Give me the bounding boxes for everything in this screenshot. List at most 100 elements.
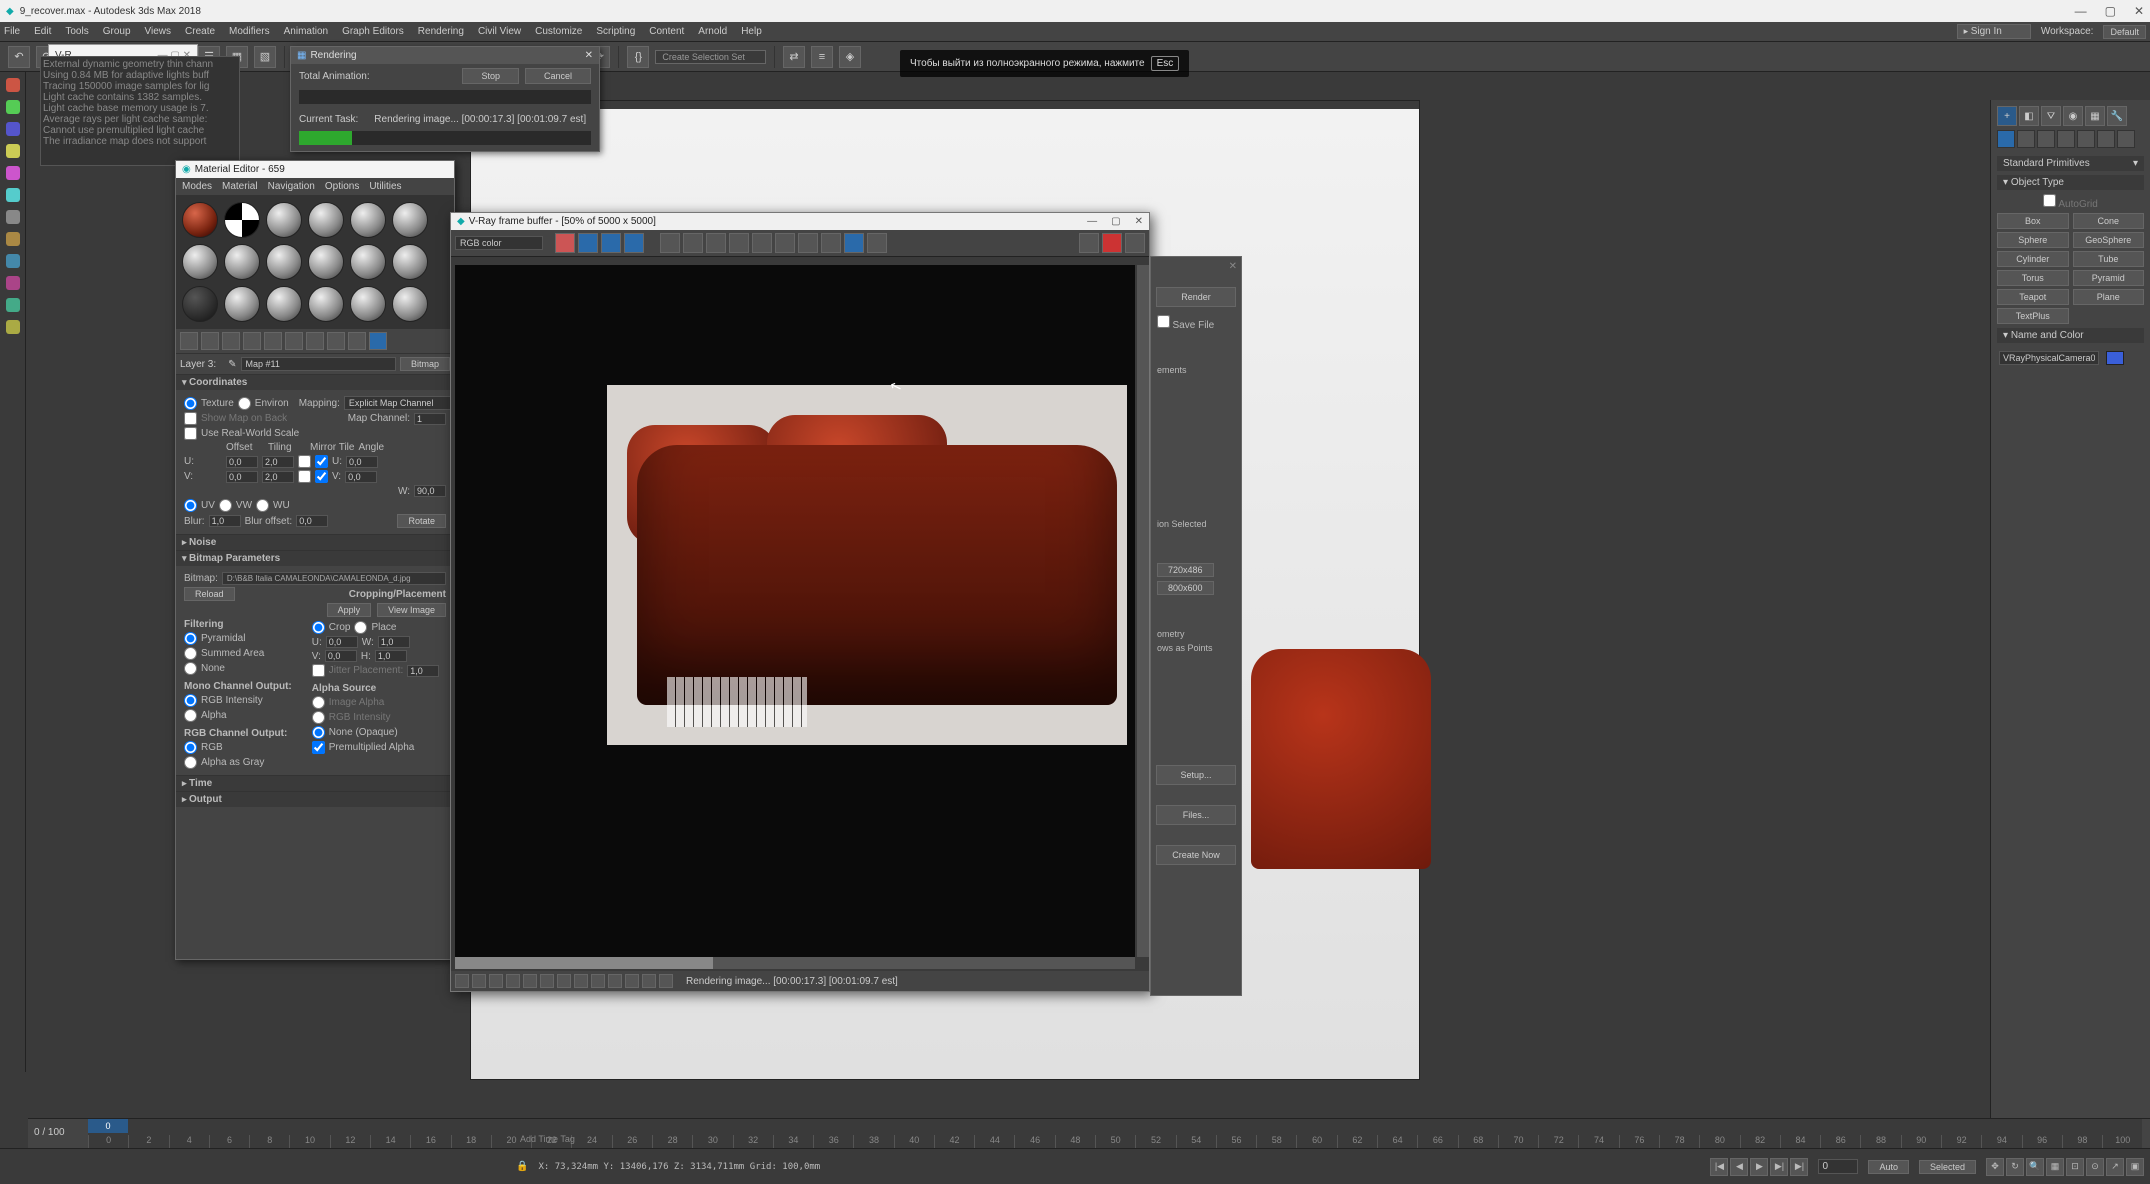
filter-pyramidal[interactable] [184, 632, 197, 645]
object-color-swatch[interactable] [2106, 351, 2124, 365]
medit-tb-btn[interactable] [306, 332, 324, 350]
teapot-button[interactable]: Teapot [1997, 289, 2069, 305]
lock-icon[interactable]: 🔒 [516, 1161, 528, 1172]
vfb-sbtn[interactable] [608, 974, 622, 988]
menu-scripting[interactable]: Scripting [596, 26, 635, 37]
jitter-check[interactable] [312, 664, 325, 677]
material-slot[interactable] [266, 202, 302, 238]
nav-button[interactable]: ▣ [2126, 1158, 2144, 1176]
blur-input[interactable] [209, 515, 241, 527]
nav-button[interactable]: ⊡ [2066, 1158, 2084, 1176]
u-tile[interactable] [315, 455, 328, 468]
medit-menu-utils[interactable]: Utilities [369, 181, 401, 192]
vfb-sbtn[interactable] [642, 974, 656, 988]
menu-group[interactable]: Group [103, 26, 131, 37]
primitives-dropdown[interactable]: Standard Primitives▾ [1997, 156, 2144, 171]
timeline[interactable]: 0 / 100 0 024681012141618202224262830323… [28, 1118, 2150, 1148]
medit-menu-options[interactable]: Options [325, 181, 359, 192]
object-name-input[interactable] [1999, 351, 2099, 365]
close-icon[interactable]: ✕ [2134, 4, 2144, 18]
cat-spacewarps-icon[interactable] [2097, 130, 2115, 148]
cat-helpers-icon[interactable] [2077, 130, 2095, 148]
ribbon-icon[interactable] [6, 210, 20, 224]
place-radio[interactable] [354, 621, 367, 634]
textplus-button[interactable]: TextPlus [1997, 308, 2069, 324]
vfb-vscrollbar[interactable] [1137, 265, 1149, 957]
crop-w[interactable] [378, 636, 410, 648]
size-720-button[interactable]: 720x486 [1157, 563, 1214, 577]
namecolor-rollout[interactable]: ▾ Name and Color [1997, 328, 2144, 343]
showmap-check[interactable] [184, 412, 197, 425]
selection-set-dropdown[interactable]: Create Selection Set [655, 50, 766, 64]
medit-menu-modes[interactable]: Modes [182, 181, 212, 192]
menu-content[interactable]: Content [649, 26, 684, 37]
filter-summed[interactable] [184, 647, 197, 660]
goto-start-button[interactable]: |◀ [1710, 1158, 1728, 1176]
material-slot[interactable] [350, 286, 386, 322]
material-slot[interactable] [308, 202, 344, 238]
vfb-btn[interactable] [1125, 233, 1145, 253]
vfb-canvas[interactable] [455, 265, 1135, 957]
menu-edit[interactable]: Edit [34, 26, 51, 37]
menu-customize[interactable]: Customize [535, 26, 582, 37]
menu-rendering[interactable]: Rendering [418, 26, 464, 37]
rgbout-rgb[interactable] [184, 741, 197, 754]
medit-menu-nav[interactable]: Navigation [268, 181, 315, 192]
material-slot[interactable] [392, 202, 428, 238]
material-slot[interactable] [182, 286, 218, 322]
named-sel-button[interactable]: {} [627, 46, 649, 68]
material-slot[interactable] [224, 202, 260, 238]
vfb-sbtn[interactable] [574, 974, 588, 988]
plane-button[interactable]: Plane [2073, 289, 2145, 305]
workspace-dropdown[interactable]: Default [2103, 25, 2146, 39]
cmd-hierarchy-tab[interactable]: ⛛ [2041, 106, 2061, 126]
vfb-btn[interactable] [683, 233, 703, 253]
wu-radio[interactable] [256, 499, 269, 512]
ribbon-icon[interactable] [6, 254, 20, 268]
material-slot[interactable] [182, 244, 218, 280]
cat-geometry-icon[interactable] [1997, 130, 2015, 148]
setup-button[interactable]: Setup... [1156, 765, 1236, 785]
vfb-sbtn[interactable] [472, 974, 486, 988]
goto-end-button[interactable]: ▶| [1790, 1158, 1808, 1176]
nav-button[interactable]: ↗ [2106, 1158, 2124, 1176]
ribbon-icon[interactable] [6, 188, 20, 202]
nav-button[interactable]: 🔍 [2026, 1158, 2044, 1176]
rollout-coordinates[interactable]: ▾ Coordinates [176, 375, 454, 390]
menu-animation[interactable]: Animation [284, 26, 328, 37]
vfb-btn[interactable] [798, 233, 818, 253]
v-offset[interactable] [226, 471, 258, 483]
autogrid-check[interactable] [2043, 194, 2056, 207]
cmd-display-tab[interactable]: ▦ [2085, 106, 2105, 126]
vfb-btn[interactable] [1079, 233, 1099, 253]
uv-radio[interactable] [184, 499, 197, 512]
rollout-bitmap[interactable]: ▾ Bitmap Parameters [176, 551, 454, 566]
medit-menu-material[interactable]: Material [222, 181, 258, 192]
play-button[interactable]: ▶ [1750, 1158, 1768, 1176]
vfb-sbtn[interactable] [489, 974, 503, 988]
medit-tb-btn[interactable] [369, 332, 387, 350]
vfb-stop-button[interactable] [1102, 233, 1122, 253]
premult-check[interactable] [312, 741, 325, 754]
medit-tb-btn[interactable] [285, 332, 303, 350]
menu-civilview[interactable]: Civil View [478, 26, 521, 37]
material-slot[interactable] [392, 244, 428, 280]
menu-help[interactable]: Help [741, 26, 762, 37]
material-slot[interactable] [308, 286, 344, 322]
signin-dropdown[interactable]: ▸ Sign In [1957, 24, 2031, 39]
ribbon-icon[interactable] [6, 276, 20, 290]
mapping-dropdown[interactable]: Explicit Map Channel [344, 396, 454, 410]
nav-button[interactable]: ⊙ [2086, 1158, 2104, 1176]
createnow-button[interactable]: Create Now [1156, 845, 1236, 865]
realworld-check[interactable] [184, 427, 197, 440]
vfb-btn[interactable] [752, 233, 772, 253]
filter-none[interactable] [184, 662, 197, 675]
vfb-btn[interactable] [555, 233, 575, 253]
cylinder-button[interactable]: Cylinder [1997, 251, 2069, 267]
environ-radio[interactable] [238, 397, 251, 410]
ribbon-icon[interactable] [6, 144, 20, 158]
w-angle[interactable] [414, 485, 446, 497]
texture-radio[interactable] [184, 397, 197, 410]
align-button[interactable]: ≡ [811, 46, 833, 68]
vfb-sbtn[interactable] [625, 974, 639, 988]
